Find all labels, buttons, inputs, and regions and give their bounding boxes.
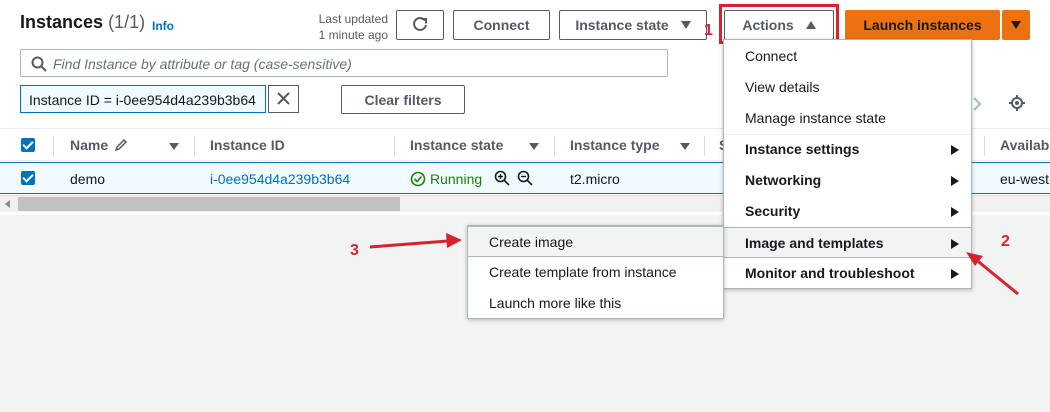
arrow-step-3-line — [369, 239, 449, 249]
annotation-step-2: 2 — [1001, 233, 1010, 250]
annotation-arrows — [369, 233, 1019, 296]
arrow-step-2-line — [973, 256, 1019, 296]
arrow-step-3-head — [446, 233, 462, 248]
annotation-step-3: 3 — [350, 242, 359, 259]
